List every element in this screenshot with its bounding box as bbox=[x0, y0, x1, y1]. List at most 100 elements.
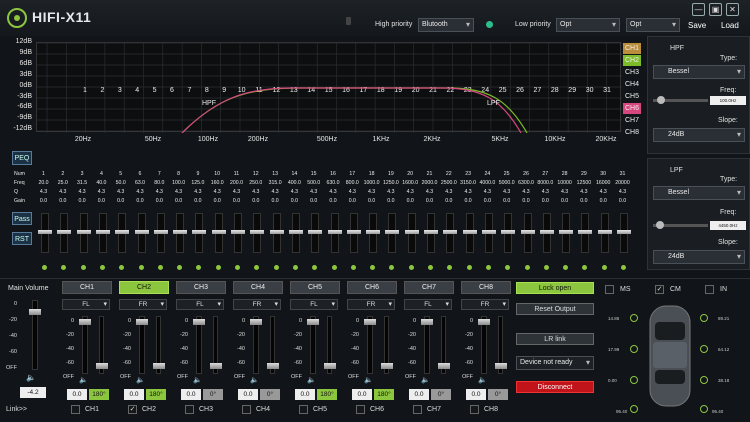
speaker-right-icon[interactable] bbox=[700, 345, 708, 353]
channel-mute-icon[interactable]: 🔈 bbox=[79, 376, 88, 384]
eq-band-slider[interactable] bbox=[327, 213, 342, 253]
channel-level-fader[interactable] bbox=[250, 316, 262, 374]
channel-mute-icon[interactable]: 🔈 bbox=[193, 376, 202, 384]
channel-level-fader[interactable] bbox=[421, 316, 433, 374]
speaker-left-icon[interactable] bbox=[630, 345, 638, 353]
band-freq-cell[interactable]: 5000.0 bbox=[497, 180, 516, 186]
channel-delay-fader[interactable] bbox=[381, 316, 393, 374]
hpf-freq-slider[interactable] bbox=[653, 96, 708, 104]
channel-button-ch1[interactable]: CH1 bbox=[62, 281, 112, 294]
lr-link-button[interactable]: LR link bbox=[516, 333, 594, 345]
eq-band-slider[interactable] bbox=[578, 213, 593, 253]
channel-legend-item[interactable]: CH1 bbox=[623, 43, 641, 54]
channel-mute-icon[interactable]: 🔈 bbox=[136, 376, 145, 384]
band-gain-cell[interactable]: 0.0 bbox=[285, 198, 304, 204]
channel-phase-button[interactable]: 0° bbox=[203, 389, 223, 400]
channel-button-ch8[interactable]: CH8 bbox=[461, 281, 511, 294]
eq-band-slider-knob[interactable] bbox=[211, 230, 226, 234]
channel-button-ch3[interactable]: CH3 bbox=[176, 281, 226, 294]
speaker-rear-left-icon[interactable] bbox=[630, 405, 638, 413]
channel-level-fader[interactable] bbox=[478, 316, 490, 374]
eq-band-slider-knob[interactable] bbox=[366, 230, 381, 234]
channel-phase-button[interactable]: 0° bbox=[260, 389, 280, 400]
band-gain-cell[interactable]: 0.0 bbox=[208, 198, 227, 204]
channel-level-fader-knob[interactable] bbox=[307, 319, 319, 325]
band-q-cell[interactable]: 4.3 bbox=[227, 189, 246, 195]
band-q-cell[interactable]: 4.3 bbox=[34, 189, 53, 195]
band-freq-cell[interactable]: 8000.0 bbox=[536, 180, 555, 186]
eq-band-slider[interactable] bbox=[231, 213, 245, 253]
eq-band-slider-knob[interactable] bbox=[385, 230, 400, 234]
band-q-cell[interactable]: 4.3 bbox=[324, 189, 343, 195]
band-q-cell[interactable]: 4.3 bbox=[594, 189, 613, 195]
channel-button-ch6[interactable]: CH6 bbox=[347, 281, 397, 294]
channel-mute-icon[interactable]: 🔈 bbox=[478, 376, 487, 384]
channel-level-fader[interactable] bbox=[136, 316, 148, 374]
band-freq-cell[interactable]: 200.0 bbox=[227, 180, 246, 186]
band-gain-cell[interactable]: 0.0 bbox=[92, 198, 111, 204]
channel-delay-fader-knob[interactable] bbox=[495, 363, 507, 369]
peq-button[interactable]: PEQ bbox=[12, 151, 32, 165]
channel-level-fader-knob[interactable] bbox=[364, 319, 376, 325]
band-freq-cell[interactable]: 20.0 bbox=[34, 180, 53, 186]
channel-legend-item[interactable]: CH8 bbox=[623, 127, 641, 138]
band-q-cell[interactable]: 4.3 bbox=[343, 189, 362, 195]
device-select[interactable]: Device not ready bbox=[516, 356, 594, 370]
eq-band-slider[interactable] bbox=[308, 213, 323, 253]
eq-band-slider[interactable] bbox=[95, 213, 110, 253]
speaker-left-icon[interactable] bbox=[630, 314, 638, 322]
main-volume-value[interactable]: -4.2 bbox=[20, 387, 46, 398]
band-freq-cell[interactable]: 1250.0 bbox=[381, 180, 400, 186]
band-freq-cell[interactable]: 63.0 bbox=[131, 180, 150, 186]
eq-band-slider-knob[interactable] bbox=[288, 230, 303, 234]
disconnect-button[interactable]: Disconnect bbox=[516, 381, 594, 393]
eq-band-slider[interactable] bbox=[404, 213, 419, 253]
eq-band-slider-knob[interactable] bbox=[404, 230, 419, 234]
channel-mute-icon[interactable]: 🔈 bbox=[364, 376, 373, 384]
band-freq-cell[interactable]: 31.5 bbox=[73, 180, 92, 186]
band-gain-cell[interactable]: 0.0 bbox=[111, 198, 130, 204]
eq-band-slider-knob[interactable] bbox=[346, 230, 361, 234]
band-freq-cell[interactable]: 12500 bbox=[574, 180, 593, 186]
band-gain-cell[interactable]: 0.0 bbox=[478, 198, 497, 204]
speaker-right-icon[interactable] bbox=[700, 314, 708, 322]
channel-phase-button[interactable]: 180° bbox=[317, 389, 337, 400]
channel-phase-button[interactable]: 0° bbox=[431, 389, 451, 400]
band-q-cell[interactable]: 4.3 bbox=[285, 189, 304, 195]
cm-checkbox[interactable]: ✓ bbox=[655, 285, 664, 294]
band-gain-cell[interactable]: 0.0 bbox=[381, 198, 400, 204]
source-select[interactable]: Opt bbox=[626, 18, 680, 32]
link-checkbox[interactable] bbox=[185, 405, 194, 414]
link-checkbox[interactable] bbox=[242, 405, 251, 414]
channel-delay-fader[interactable] bbox=[267, 316, 279, 374]
channel-legend-item[interactable]: CH5 bbox=[623, 91, 641, 102]
eq-band-slider[interactable] bbox=[153, 213, 168, 253]
band-q-cell[interactable]: 4.3 bbox=[150, 189, 169, 195]
pass-button[interactable]: Pass bbox=[12, 212, 32, 225]
band-gain-cell[interactable]: 0.0 bbox=[517, 198, 536, 204]
channel-level-fader[interactable] bbox=[364, 316, 376, 374]
eq-band-slider-knob[interactable] bbox=[115, 230, 130, 234]
eq-band-slider[interactable] bbox=[597, 213, 612, 253]
band-gain-cell[interactable]: 0.0 bbox=[246, 198, 265, 204]
eq-band-slider-knob[interactable] bbox=[578, 230, 593, 234]
channel-button-ch2[interactable]: CH2 bbox=[119, 281, 169, 294]
band-q-cell[interactable]: 4.3 bbox=[53, 189, 72, 195]
band-q-cell[interactable]: 4.3 bbox=[111, 189, 130, 195]
band-freq-cell[interactable]: 10000 bbox=[555, 180, 574, 186]
eq-band-slider[interactable] bbox=[173, 213, 188, 253]
band-freq-cell[interactable]: 80.0 bbox=[150, 180, 169, 186]
channel-mute-icon[interactable]: 🔈 bbox=[307, 376, 316, 384]
eq-band-slider-knob[interactable] bbox=[597, 230, 612, 234]
high-priority-select[interactable]: Blutooth bbox=[418, 18, 474, 32]
lock-button[interactable]: Lock open bbox=[516, 282, 594, 294]
band-gain-cell[interactable]: 0.0 bbox=[227, 198, 246, 204]
channel-button-ch4[interactable]: CH4 bbox=[233, 281, 283, 294]
close-icon[interactable]: ✕ bbox=[726, 3, 739, 16]
channel-level-fader-knob[interactable] bbox=[136, 319, 148, 325]
eq-band-slider[interactable] bbox=[443, 213, 458, 253]
eq-band-slider[interactable] bbox=[424, 213, 438, 253]
band-q-cell[interactable]: 4.3 bbox=[613, 189, 632, 195]
ms-checkbox[interactable] bbox=[605, 285, 614, 294]
band-q-cell[interactable]: 4.3 bbox=[439, 189, 458, 195]
